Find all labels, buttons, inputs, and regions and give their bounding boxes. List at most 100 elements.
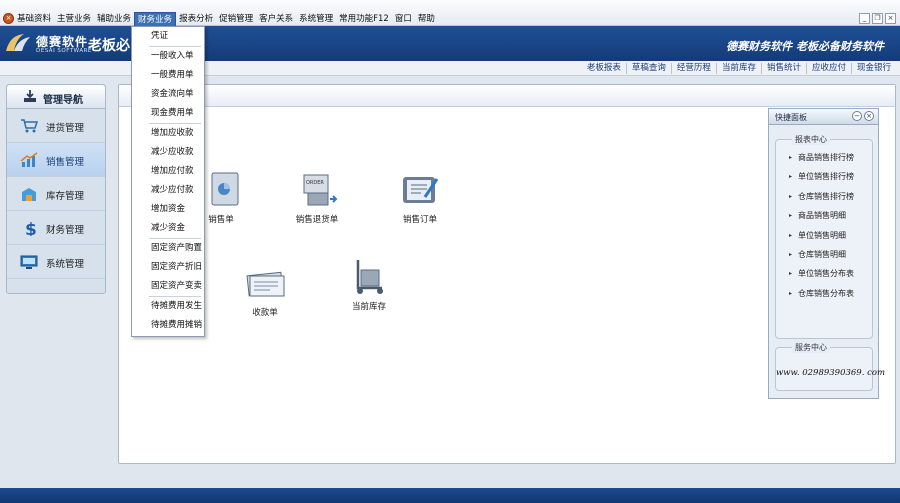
- func-label-current-stock: 当前库存: [351, 302, 386, 312]
- qp-report-unit-distribution[interactable]: ▸ 单位销售分布表: [776, 264, 872, 283]
- dd-add-payable[interactable]: 增加应付款: [132, 162, 204, 181]
- bullet-icon: ▸: [789, 154, 793, 161]
- dd-voucher[interactable]: 凭证: [132, 27, 204, 46]
- qp-report-warehouse-detail[interactable]: ▸ 仓库销售明细: [776, 245, 872, 264]
- desai-logo-icon: [6, 34, 30, 51]
- nav-label-sales: 销售管理: [46, 157, 85, 168]
- qp-report-product-detail[interactable]: ▸ 商品销售明细: [776, 206, 872, 225]
- link-boss-report[interactable]: 老板报表: [582, 63, 626, 74]
- qp-report-unit-detail[interactable]: ▸ 单位销售明细: [776, 226, 872, 245]
- func-label-receipt: 收款单: [252, 308, 278, 318]
- qp-report-label: 仓库销售分布表: [798, 288, 854, 298]
- dd-reduce-receivable[interactable]: 减少应收款: [132, 143, 204, 162]
- func-label-sales-order: 销售订单: [402, 215, 437, 225]
- dd-general-expense[interactable]: 一般费用单: [132, 66, 204, 85]
- nav-label-purchase: 进货管理: [46, 123, 85, 134]
- nav-label-system: 系统管理: [46, 259, 85, 270]
- qp-report-warehouse-ranking[interactable]: ▸ 仓库销售排行榜: [776, 187, 872, 206]
- banner-slogan: 德赛财务软件 老板必备财务软件: [726, 40, 884, 53]
- bullet-icon: ▸: [789, 212, 793, 220]
- download-tray-icon: [24, 90, 36, 102]
- service-center-label: 服务中心: [792, 342, 830, 353]
- dd-general-income[interactable]: 一般收入单: [132, 47, 204, 66]
- quick-panel-titlebar: 快捷面板 − ×: [769, 109, 878, 125]
- banner-title: 老板必: [88, 38, 130, 54]
- sales-chart-icon: [20, 152, 38, 167]
- func-sales-order[interactable]: 销售订单: [380, 169, 460, 225]
- qp-report-label: 单位销售分布表: [798, 269, 854, 279]
- svg-text:$: $: [25, 220, 37, 236]
- collapse-icon[interactable]: −: [852, 111, 862, 121]
- app-logo-icon[interactable]: ×: [3, 13, 14, 24]
- qp-report-label: 商品销售明细: [798, 211, 846, 221]
- nav-item-system[interactable]: 系统管理: [7, 245, 105, 279]
- qp-report-unit-ranking[interactable]: ▸ 单位销售排行榜: [776, 167, 872, 186]
- quick-panel-title: 快捷面板: [775, 113, 807, 122]
- dd-reduce-funds[interactable]: 减少资金: [132, 219, 204, 238]
- qp-report-label: 商品销售排行榜: [798, 153, 854, 162]
- receipt-icon: [246, 271, 285, 297]
- nav-item-inventory[interactable]: 库存管理: [7, 177, 105, 211]
- restore-icon[interactable]: ❐: [872, 13, 883, 24]
- dd-reduce-payable[interactable]: 减少应付款: [132, 181, 204, 200]
- monitor-icon: [20, 255, 38, 269]
- nav-item-sales[interactable]: 销售管理: [7, 143, 105, 177]
- minimize-icon[interactable]: _: [859, 13, 870, 24]
- nav-label-finance: 财务管理: [46, 225, 85, 236]
- nav-item-purchase[interactable]: 进货管理: [7, 109, 105, 143]
- nav-item-finance[interactable]: $ 财务管理: [7, 211, 105, 245]
- bullet-icon: ▸: [789, 192, 793, 200]
- bullet-icon: ▸: [789, 173, 793, 181]
- qp-report-label: 仓库销售排行榜: [798, 191, 854, 201]
- dd-add-funds[interactable]: 增加资金: [132, 200, 204, 219]
- bullet-icon: ▸: [789, 250, 793, 258]
- dd-add-receivable[interactable]: 增加应收款: [132, 124, 204, 143]
- qp-report-label: 单位销售明细: [798, 230, 846, 240]
- service-phone: www. 02989390369. com: [776, 368, 886, 378]
- svg-text:ORDER: ORDER: [306, 180, 324, 186]
- link-cash-bank[interactable]: 现金银行: [850, 63, 896, 74]
- finance-dropdown-menu: 凭证 一般收入单 一般费用单 资金流向单 现金费用单 增加应收款 减少应收款 增…: [131, 26, 205, 337]
- service-center-group: 服务中心 www. 02989390369. com: [775, 342, 886, 391]
- sales-order-icon: [403, 177, 439, 203]
- quick-links: 老板报表 草稿查询 经营历程 当前库存 销售统计 应收应付 现金银行: [582, 63, 896, 74]
- link-draft-query[interactable]: 草稿查询: [625, 63, 671, 74]
- func-label-sales-return: 销售退货单: [295, 215, 339, 225]
- dd-deferred-incurred[interactable]: 待摊费用发生: [132, 297, 204, 316]
- func-receipt[interactable]: 收款单: [225, 262, 305, 318]
- func-current-stock[interactable]: 当前库存: [329, 256, 409, 312]
- bullet-icon: ▸: [789, 231, 793, 239]
- qp-report-label: 单位销售排行榜: [798, 172, 854, 182]
- dd-asset-purchase[interactable]: 固定资产购置: [132, 239, 204, 258]
- link-current-stock[interactable]: 当前库存: [715, 63, 761, 74]
- return-order-icon: ORDER: [303, 174, 338, 206]
- dd-deferred-amortized[interactable]: 待摊费用摊销: [132, 316, 204, 335]
- link-receivable-payable[interactable]: 应收应付: [805, 63, 851, 74]
- report-center-group: 报表中心 ▸ 商品销售排行榜 ▸ 单位销售排行榜 ▸ 仓库销售排行榜 ▸ 商品销售明细 …: [775, 134, 873, 339]
- hand-truck-icon: [356, 260, 383, 294]
- qp-report-label: 仓库销售明细: [798, 249, 846, 259]
- bullet-icon: ▸: [789, 289, 793, 297]
- dd-fund-flow[interactable]: 资金流向单: [132, 85, 204, 104]
- nav-label-inventory: 库存管理: [46, 191, 85, 202]
- window-controls: _ ❐ ×: [859, 13, 896, 24]
- navigation-title: 管理导航: [43, 95, 83, 106]
- main-panel-header: [119, 85, 895, 107]
- dd-asset-sale[interactable]: 固定资产变卖: [132, 277, 204, 296]
- dd-asset-depreciation[interactable]: 固定资产折旧: [132, 258, 204, 277]
- logo-subtitle: DESAI SOFTWARE: [36, 48, 92, 54]
- qp-report-warehouse-distribution[interactable]: ▸ 仓库销售分布表: [776, 284, 872, 303]
- navigation-header: 管理导航: [7, 85, 105, 109]
- menu-bar: × 基础资料 主营业务 辅助业务 财务业务 报表分析 促销管理 客户关系 系统管…: [0, 0, 900, 29]
- dollar-icon: $: [25, 220, 37, 236]
- cart-icon: [21, 119, 38, 133]
- dd-cash-expense[interactable]: 现金费用单: [132, 104, 204, 123]
- link-business-history[interactable]: 经营历程: [670, 63, 716, 74]
- close-icon[interactable]: ×: [864, 111, 874, 121]
- qp-report-product-ranking[interactable]: ▸ 商品销售排行榜: [776, 148, 872, 167]
- link-sales-stats[interactable]: 销售统计: [760, 63, 806, 74]
- close-icon[interactable]: ×: [885, 13, 896, 24]
- bullet-icon: ▸: [789, 270, 793, 278]
- navigation-panel: 管理导航 进货管理 销售管理 库存管理 $ 财务管理 系统管理: [6, 84, 106, 294]
- func-sales-return[interactable]: ORDER 销售退货单: [277, 169, 357, 225]
